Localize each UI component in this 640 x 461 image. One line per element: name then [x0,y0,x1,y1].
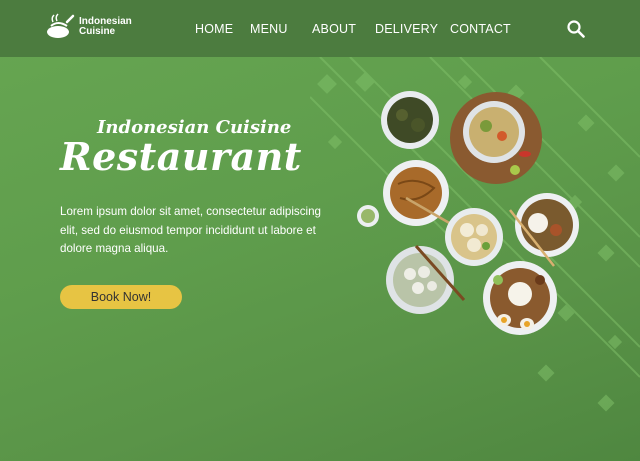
nav-contact[interactable]: CONTACT [450,22,511,36]
brand-line2: Cuisine [79,26,116,37]
search-icon[interactable] [567,20,585,38]
plate-fried-noodles [383,160,459,230]
brand-name: Indonesian Cuisine [79,17,139,37]
nav-about[interactable]: ABOUT [312,22,356,36]
nav-delivery[interactable]: DELIVERY [375,22,438,36]
brand-logo[interactable]: Indonesian Cuisine [45,12,139,42]
plate-soup [450,92,542,184]
nav-menu[interactable]: MENU [250,22,288,36]
plate-rice [509,193,579,267]
top-navbar: Indonesian Cuisine HOME MENU ABOUT DELIV… [0,0,640,57]
hero-title: Restaurant [60,134,302,179]
landing-page: Indonesian Cuisine HOME MENU ABOUT DELIV… [0,0,640,461]
food-plates-image [357,91,579,335]
nav-home[interactable]: HOME [195,22,233,36]
plate-nasi-campur [483,261,557,335]
hero-description: Lorem ipsum dolor sit amet, consectetur … [60,205,321,255]
chef-logo-icon [47,13,75,38]
plate-sauce [357,205,379,227]
book-now-button[interactable]: Book Now! [60,285,182,309]
plate-greens [381,91,439,149]
plate-dumplings [445,208,503,266]
